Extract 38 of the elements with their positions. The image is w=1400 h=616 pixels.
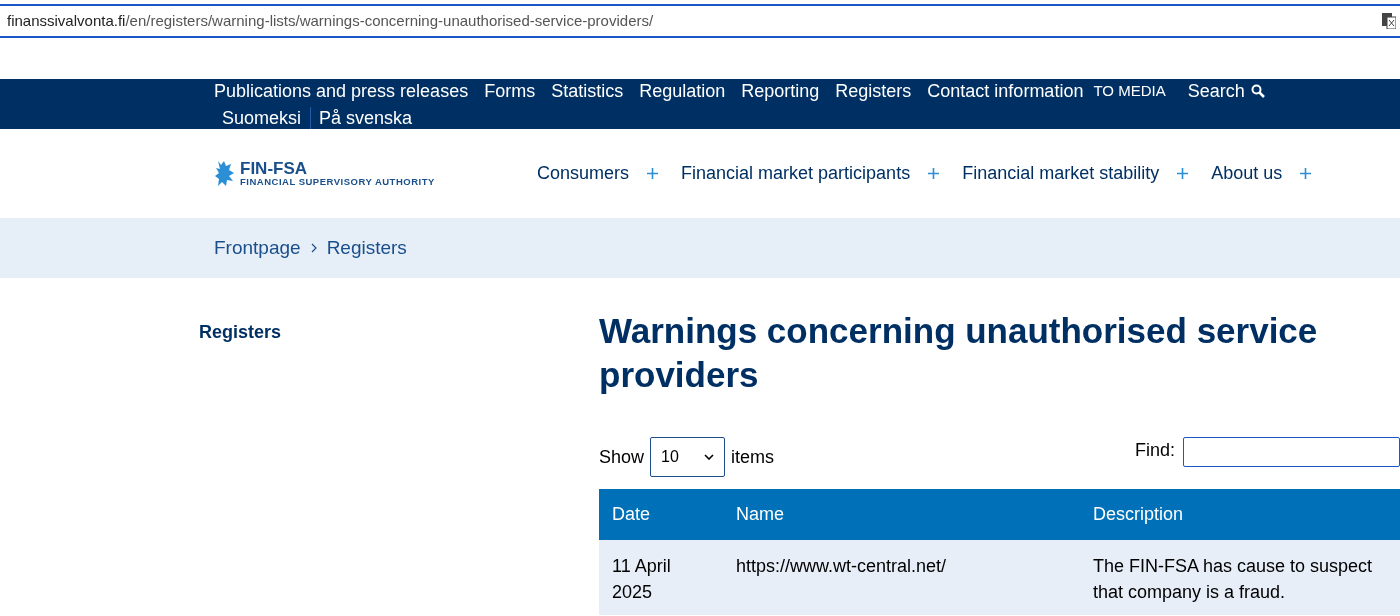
column-header[interactable]: Date <box>599 501 723 528</box>
top-nav-link[interactable]: Regulation <box>639 79 726 102</box>
page-size-select[interactable]: 10 <box>650 437 726 477</box>
chevron-down-icon <box>704 454 715 460</box>
items-label: items <box>731 445 775 469</box>
show-label: Show <box>599 445 645 469</box>
logo-title: FIN-FSA <box>240 160 309 178</box>
top-nav-link[interactable]: Contact information <box>927 79 1084 102</box>
address-bar[interactable]: finanssivalvonta.fi/en/registers/warning-lists/warnings-concerning-unauthorised-service-providers/ <box>0 4 1400 38</box>
page-title: Warnings concerning unauthorised service providers <box>599 310 1319 396</box>
top-nav-link[interactable]: Registers <box>835 79 912 102</box>
language-link[interactable]: På svenska <box>310 107 413 129</box>
breadcrumb-link[interactable]: Frontpage <box>214 233 301 263</box>
column-header[interactable]: Description <box>1080 501 1400 528</box>
search-link[interactable]: Search <box>1187 79 1265 102</box>
chevron-icon <box>310 243 317 253</box>
table-cell-text: The FIN-FSA has cause to suspect that company is a fraud. <box>1092 555 1374 604</box>
top-nav-link[interactable]: Statistics <box>551 79 624 102</box>
top-nav-link[interactable]: Reporting <box>741 79 820 102</box>
main-nav-item[interactable]: Consumers <box>537 160 659 187</box>
language-link[interactable]: Suomeksi <box>222 107 302 129</box>
translate-icon[interactable] <box>1382 13 1396 29</box>
table-cell-text: https://www.wt-central.net/ <box>735 555 948 578</box>
sidebar-title[interactable]: Registers <box>199 322 282 342</box>
breadcrumb-link[interactable]: Registers <box>326 233 407 263</box>
find-label: Find: <box>1134 439 1175 462</box>
find-field[interactable] <box>1183 437 1400 467</box>
main-nav-item[interactable]: Financial market participants <box>681 160 940 187</box>
media-link[interactable]: TO MEDIA <box>1093 79 1166 102</box>
main-nav-item[interactable]: About us <box>1211 160 1312 187</box>
main-nav-item[interactable]: Financial market stability <box>962 160 1189 187</box>
column-header[interactable]: Name <box>723 501 1080 528</box>
url-text: finanssivalvonta.fi/en/registers/warning-lists/warnings-concerning-unauthorised-service-providers/ <box>7 10 654 31</box>
search-icon <box>1250 83 1265 98</box>
logo-subtitle: FINANCIAL SUPERVISORY AUTHORITY <box>240 177 435 187</box>
table-cell-text: 11 April 2025 <box>611 555 672 604</box>
top-nav-link[interactable]: Publications and press releases <box>214 79 469 102</box>
top-nav-link[interactable]: Forms <box>484 79 536 102</box>
